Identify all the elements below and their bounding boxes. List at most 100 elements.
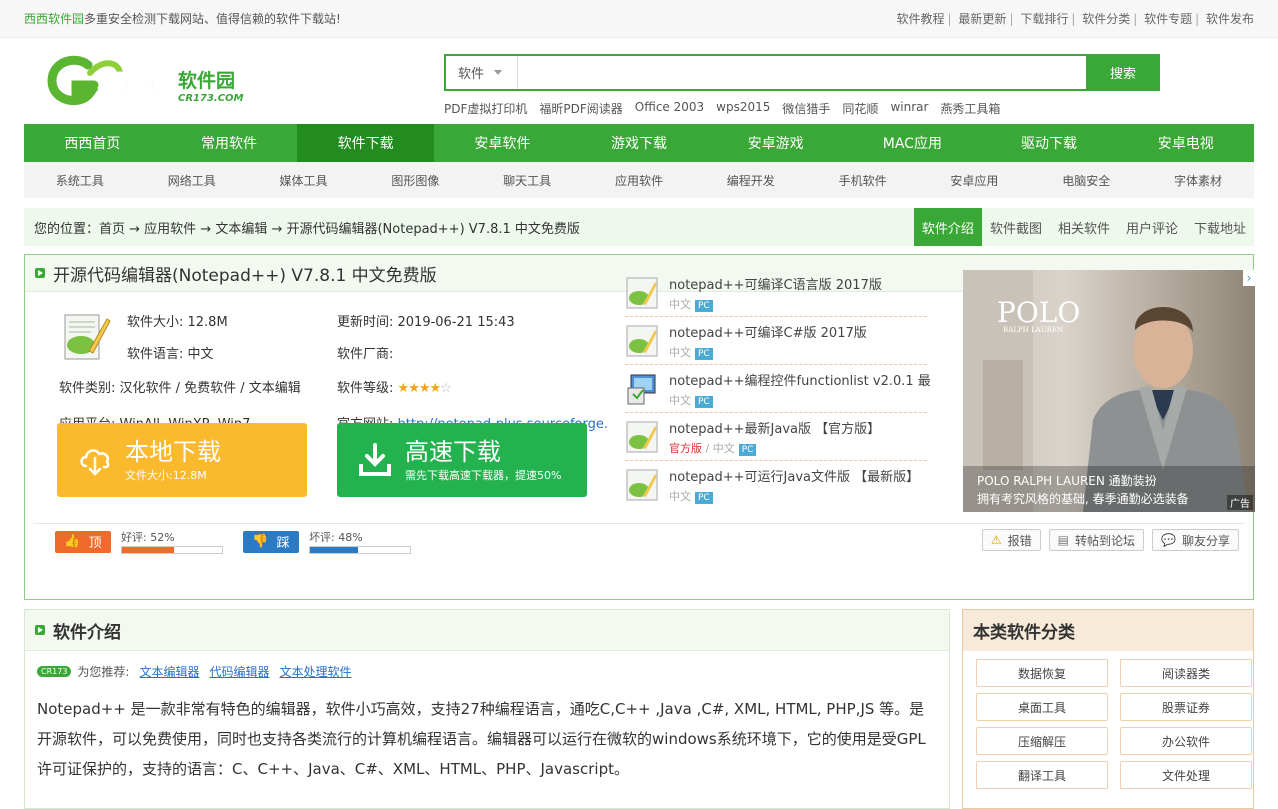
hot-search-words: PDF虚拟打印机 福昕PDF阅读器 Office 2003 wps2015 微信… bbox=[444, 100, 1012, 117]
star-empty-icon: ☆ bbox=[440, 381, 452, 396]
top-link-topics[interactable]: 软件专题 bbox=[1144, 12, 1192, 26]
subnav-item[interactable]: 编程开发 bbox=[695, 172, 807, 189]
top-link-tutorial[interactable]: 软件教程 bbox=[897, 12, 945, 26]
pc-badge: PC bbox=[695, 347, 713, 360]
chat-share-button[interactable]: 💬 聊友分享 bbox=[1152, 529, 1239, 551]
category-item[interactable]: 数据恢复 bbox=[976, 659, 1108, 687]
report-error-button[interactable]: ⚠ 报错 bbox=[981, 529, 1041, 551]
subnav-item[interactable]: 安卓应用 bbox=[919, 172, 1031, 189]
top-link-ranking[interactable]: 下载排行 bbox=[1020, 12, 1068, 26]
official-tag: 官方版 bbox=[669, 441, 702, 455]
fast-download-label: 高速下载 bbox=[405, 438, 501, 466]
advertisement-banner[interactable]: POLO RALPH LAUREN POLO RALPH LAUREN 通勤装扮… bbox=[963, 270, 1255, 512]
cloud-download-icon bbox=[80, 449, 110, 476]
search-category-select[interactable]: 软件 bbox=[446, 56, 518, 89]
fast-download-button[interactable]: 高速下载 需先下载高速下载器，提速50% bbox=[337, 423, 587, 497]
software-detail-box: 开源代码编辑器(Notepad++) V7.8.1 中文免费版 软件大小: 12… bbox=[24, 254, 1255, 600]
hotword-link[interactable]: 同花顺 bbox=[842, 100, 878, 117]
local-download-button[interactable]: 本地下载 文件大小:12.8M bbox=[57, 423, 307, 497]
subnav-item[interactable]: 网络工具 bbox=[136, 172, 248, 189]
tab-intro[interactable]: 软件介绍 bbox=[913, 208, 982, 246]
related-item-name[interactable]: notepad++最新Java版 【官方版】 bbox=[669, 418, 880, 437]
subnav-item[interactable]: 手机软件 bbox=[807, 172, 919, 189]
share-actions: ⚠ 报错 ▤ 转帖到论坛 💬 聊友分享 bbox=[981, 529, 1239, 551]
document-icon: ▤ bbox=[1057, 533, 1070, 547]
notepad-icon bbox=[626, 277, 658, 308]
related-item[interactable]: notepad++可运行Java文件版 【最新版】 中文 PC bbox=[625, 461, 927, 509]
recommend-tags: CR173 为您推荐: 文本编辑器 代码编辑器 文本处理软件 bbox=[37, 663, 949, 680]
related-item-name[interactable]: notepad++可编译C语言版 2017版 bbox=[669, 274, 882, 293]
category-item[interactable]: 压缩解压 bbox=[976, 727, 1108, 755]
svg-text:POLO: POLO bbox=[997, 296, 1080, 329]
related-item-lang: 中文 bbox=[669, 345, 691, 359]
subnav-item[interactable]: 字体素材 bbox=[1142, 172, 1254, 189]
tag-link[interactable]: 文本编辑器 bbox=[139, 663, 199, 680]
tab-related[interactable]: 相关软件 bbox=[1050, 208, 1118, 246]
nav-android-software[interactable]: 安卓软件 bbox=[434, 124, 571, 162]
related-item-lang: 中文 bbox=[669, 393, 691, 407]
ad-close-icon[interactable]: › bbox=[1243, 270, 1255, 286]
sep: | bbox=[1071, 12, 1076, 26]
tab-screenshots[interactable]: 软件截图 bbox=[982, 208, 1050, 246]
nav-software-download[interactable]: 软件下载 bbox=[297, 124, 435, 162]
category-item[interactable]: 阅读器类 bbox=[1120, 659, 1252, 687]
nav-game-download[interactable]: 游戏下载 bbox=[571, 124, 708, 162]
subnav-item[interactable]: 电脑安全 bbox=[1030, 172, 1142, 189]
thumbs-down-button[interactable]: 👎 踩 bbox=[243, 530, 299, 553]
nav-android-tv[interactable]: 安卓电视 bbox=[1117, 124, 1254, 162]
nav-home[interactable]: 西西首页 bbox=[24, 124, 161, 162]
subnav-item[interactable]: 图形图像 bbox=[359, 172, 471, 189]
hotword-link[interactable]: wps2015 bbox=[716, 100, 770, 117]
tag-link[interactable]: 代码编辑器 bbox=[209, 663, 269, 680]
bad-rating-bar bbox=[309, 546, 411, 554]
related-item-name[interactable]: notepad++可编译C#版 2017版 bbox=[669, 322, 867, 341]
tab-comments[interactable]: 用户评论 bbox=[1118, 208, 1186, 246]
site-badge: CR173 bbox=[37, 666, 72, 677]
sub-nav: 系统工具 网络工具 媒体工具 图形图像 聊天工具 应用软件 编程开发 手机软件 … bbox=[24, 162, 1254, 198]
hotword-link[interactable]: Office 2003 bbox=[635, 100, 704, 117]
nav-common-software[interactable]: 常用软件 bbox=[161, 124, 298, 162]
related-item-name[interactable]: notepad++可运行Java文件版 【最新版】 bbox=[669, 466, 919, 485]
thumbs-up-button[interactable]: 👍 顶 bbox=[55, 530, 111, 553]
tag-link[interactable]: 文本处理软件 bbox=[280, 663, 352, 680]
repost-forum-button[interactable]: ▤ 转帖到论坛 bbox=[1048, 529, 1145, 551]
site-logo[interactable]: 西西 软件园 CR173.COM bbox=[46, 53, 256, 109]
search-button[interactable]: 搜索 bbox=[1086, 54, 1160, 91]
nav-drivers[interactable]: 驱动下载 bbox=[981, 124, 1118, 162]
hotword-link[interactable]: winrar bbox=[890, 100, 928, 117]
subnav-item[interactable]: 聊天工具 bbox=[471, 172, 583, 189]
hotword-link[interactable]: 燕秀工具箱 bbox=[940, 100, 1000, 117]
nav-mac-apps[interactable]: MAC应用 bbox=[844, 124, 981, 162]
category-item[interactable]: 翻译工具 bbox=[976, 761, 1108, 789]
related-item-name[interactable]: notepad++编程控件functionlist v2.0.1 最 bbox=[669, 370, 931, 389]
tab-download[interactable]: 下载地址 bbox=[1186, 208, 1254, 246]
top-link-latest[interactable]: 最新更新 bbox=[958, 12, 1006, 26]
intro-title-text: 软件介绍 bbox=[53, 622, 121, 643]
category-item[interactable]: 办公软件 bbox=[1120, 727, 1252, 755]
category-item[interactable]: 桌面工具 bbox=[976, 693, 1108, 721]
hotword-link[interactable]: 微信猎手 bbox=[782, 100, 830, 117]
related-item[interactable]: notepad++可编译C语言版 2017版 中文 PC bbox=[625, 269, 927, 317]
breadcrumb[interactable]: 您的位置：首页 → 应用软件 → 文本编辑 → 开源代码编辑器(Notepad+… bbox=[34, 218, 580, 237]
warning-icon: ⚠ bbox=[990, 533, 1002, 547]
category-item[interactable]: 文件处理 bbox=[1120, 761, 1252, 789]
hotword-link[interactable]: 福昕PDF阅读器 bbox=[539, 100, 622, 117]
top-link-category[interactable]: 软件分类 bbox=[1082, 12, 1130, 26]
related-item[interactable]: notepad++编程控件functionlist v2.0.1 最中文 PC bbox=[625, 365, 931, 413]
star-filled-icon: ★ bbox=[408, 381, 420, 396]
software-title-text: 开源代码编辑器(Notepad++) V7.8.1 中文免费版 bbox=[53, 265, 437, 286]
down-label: 踩 bbox=[276, 536, 290, 551]
related-item[interactable]: notepad++最新Java版 【官方版】 官方版 / 中文 PC bbox=[625, 413, 927, 461]
related-software-list: notepad++可编译C语言版 2017版 中文 PC notepad++可编译C… bbox=[625, 269, 931, 509]
subnav-item[interactable]: 媒体工具 bbox=[248, 172, 360, 189]
search-input[interactable] bbox=[518, 56, 1086, 89]
category-item[interactable]: 股票证券 bbox=[1120, 693, 1252, 721]
subnav-item[interactable]: 系统工具 bbox=[24, 172, 136, 189]
subnav-item[interactable]: 应用软件 bbox=[583, 172, 695, 189]
top-link-publish[interactable]: 软件发布 bbox=[1206, 12, 1254, 26]
nav-android-games[interactable]: 安卓游戏 bbox=[707, 124, 844, 162]
related-item[interactable]: notepad++可编译C#版 2017版中文 PC bbox=[625, 317, 927, 365]
hotword-link[interactable]: PDF虚拟打印机 bbox=[444, 100, 527, 117]
site-name-link[interactable]: 西西软件园 bbox=[24, 12, 84, 26]
ad-caption-1: POLO RALPH LAUREN 通勤装扮 bbox=[977, 474, 1157, 488]
